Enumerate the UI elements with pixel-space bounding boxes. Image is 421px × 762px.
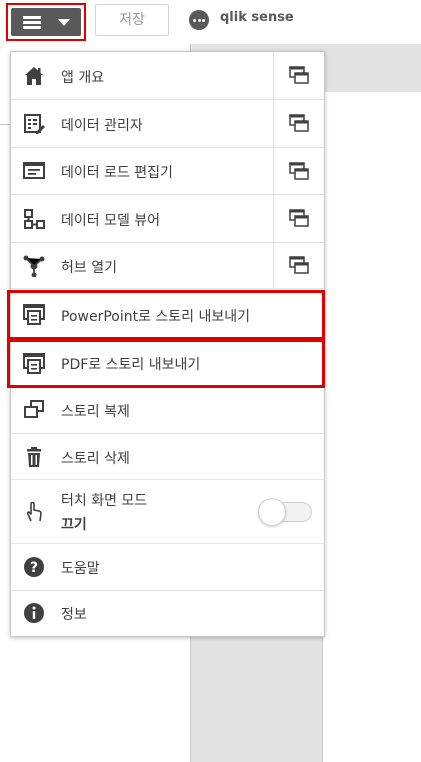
menu-item-duplicate-story[interactable]: 스토리 복제 <box>11 387 324 434</box>
menu-item-app-overview[interactable]: 앱 개요 <box>11 52 324 100</box>
hub-icon <box>23 255 45 277</box>
trash-icon <box>27 447 41 467</box>
help-icon: ? <box>24 557 44 577</box>
save-button[interactable]: 저장 <box>95 4 169 36</box>
open-in-new-tab-button[interactable] <box>273 243 324 288</box>
menu-item-help[interactable]: ? 도움말 <box>11 544 324 591</box>
menu-item-label: 데이터 모델 뷰어 <box>61 213 161 229</box>
left-panel-line <box>0 124 10 125</box>
menu-item-label: 도움말 <box>61 561 100 577</box>
open-in-new-tab-button[interactable] <box>273 148 324 194</box>
hamburger-icon <box>23 16 41 29</box>
touch-icon <box>26 501 42 522</box>
menu-item-label: 데이터 로드 편집기 <box>61 165 173 181</box>
menu-item-label: 스토리 삭제 <box>61 451 130 467</box>
model-viewer-icon <box>24 209 45 229</box>
menu-item-about[interactable]: 정보 <box>11 591 324 636</box>
menu-item-label: 데이터 관리자 <box>61 118 143 134</box>
content-panel-right <box>322 92 421 762</box>
new-tab-icon <box>289 209 309 227</box>
load-editor-icon <box>23 162 45 179</box>
pdf-export-highlight <box>7 339 325 388</box>
menu-item-data-load-editor[interactable]: 데이터 로드 편집기 <box>11 148 324 195</box>
menu-item-label: 정보 <box>61 607 87 623</box>
menu-item-open-hub[interactable]: 허브 열기 <box>11 243 324 289</box>
menu-item-data-model-viewer[interactable]: 데이터 모델 뷰어 <box>11 195 324 243</box>
new-tab-icon <box>289 66 309 84</box>
duplicate-icon <box>24 400 44 418</box>
app-brand-name: qlik sense <box>220 10 294 25</box>
touch-mode-toggle[interactable] <box>258 498 312 526</box>
navigation-menu-button[interactable] <box>11 8 81 36</box>
menu-item-delete-story[interactable]: 스토리 삭제 <box>11 434 324 480</box>
open-in-new-tab-button[interactable] <box>273 100 324 147</box>
open-in-new-tab-button[interactable] <box>273 52 324 99</box>
caret-down-icon <box>58 19 70 26</box>
home-icon <box>25 67 43 85</box>
menu-item-data-manager[interactable]: 데이터 관리자 <box>11 100 324 148</box>
navigation-menu-button-highlight <box>6 3 86 41</box>
touch-mode-status: 끄기 <box>61 517 87 533</box>
powerpoint-export-highlight <box>7 290 325 340</box>
svg-text:?: ? <box>30 560 38 576</box>
menu-item-label: 스토리 복제 <box>61 404 130 420</box>
new-tab-icon <box>289 256 309 274</box>
new-tab-icon <box>289 162 309 180</box>
menu-item-label: 터치 화면 모드 <box>61 493 148 509</box>
info-icon <box>24 603 44 623</box>
menu-item-label: 허브 열기 <box>61 260 117 276</box>
new-tab-icon <box>289 114 309 132</box>
data-manager-icon <box>24 114 45 134</box>
menu-item-label: 앱 개요 <box>61 70 105 86</box>
qlik-logo-icon <box>189 10 209 30</box>
open-in-new-tab-button[interactable] <box>273 195 324 242</box>
toggle-knob[interactable] <box>258 498 286 526</box>
toolbar: 저장 qlik sense <box>0 0 421 44</box>
menu-item-touch-screen-mode[interactable]: 터치 화면 모드 끄기 <box>11 480 324 544</box>
